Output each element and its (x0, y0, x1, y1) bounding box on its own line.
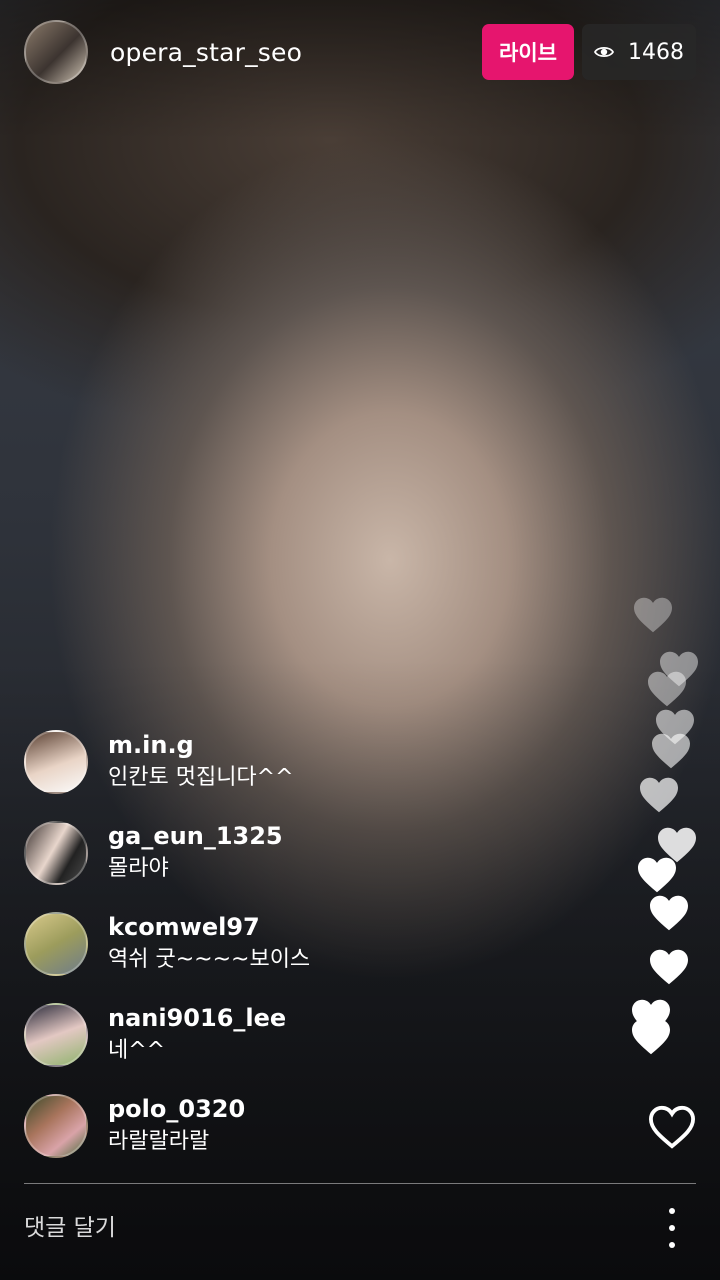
comment-text: 네^^ (108, 1038, 166, 1063)
floating-hearts (612, 590, 702, 1070)
commenter-name[interactable]: kcomwel97 (108, 912, 310, 942)
comment-input[interactable] (24, 1205, 584, 1251)
footer-divider (24, 1183, 696, 1184)
comment-item: polo_0320 라랄랄라랄 (24, 1092, 584, 1183)
comment-item: nani9016_lee 네^^ (24, 1001, 584, 1092)
floating-heart-icon (650, 949, 688, 985)
host-username[interactable]: opera_star_seo (110, 38, 482, 67)
live-header: opera_star_seo 라이브 1468 (24, 20, 696, 84)
live-badge: 라이브 (482, 24, 574, 80)
comment-text: 몰라야 (108, 856, 169, 881)
floating-heart-icon (634, 597, 672, 633)
commenter-avatar[interactable] (24, 1094, 88, 1158)
commenter-name[interactable]: nani9016_lee (108, 1003, 286, 1033)
commenter-avatar[interactable] (24, 912, 88, 976)
more-dot (669, 1242, 675, 1248)
more-dot (669, 1208, 675, 1214)
commenter-avatar[interactable] (24, 1003, 88, 1067)
host-avatar[interactable] (24, 20, 88, 84)
more-vertical-icon[interactable] (660, 1208, 684, 1248)
comment-text: 라랄랄라랄 (108, 1129, 210, 1154)
eye-icon (594, 46, 614, 58)
floating-heart-icon (652, 733, 690, 769)
viewer-count: 1468 (628, 39, 684, 65)
comment-feed: m.in.g 인칸토 멋집니다^^ ga_eun_1325 몰라야 kcomwe… (24, 728, 584, 1183)
commenter-avatar[interactable] (24, 821, 88, 885)
comment-item: m.in.g 인칸토 멋집니다^^ (24, 728, 584, 819)
viewer-count-badge[interactable]: 1468 (582, 24, 696, 80)
commenter-name[interactable]: m.in.g (108, 730, 294, 760)
floating-heart-icon (648, 671, 686, 707)
floating-heart-icon (638, 857, 676, 893)
fading-comment (30, 668, 390, 704)
comment-item: ga_eun_1325 몰라야 (24, 819, 584, 910)
commenter-name[interactable]: polo_0320 (108, 1094, 245, 1124)
comment-item: kcomwel97 역쉬 굿~~~~보이스 (24, 910, 584, 1001)
comment-text: 인칸토 멋집니다^^ (108, 765, 294, 790)
floating-heart-icon (640, 777, 678, 813)
commenter-avatar[interactable] (24, 730, 88, 794)
heart-outline-icon[interactable] (647, 1104, 697, 1150)
commenter-name[interactable]: ga_eun_1325 (108, 821, 283, 851)
floating-heart-icon (632, 1019, 670, 1055)
comment-text: 역쉬 굿~~~~보이스 (108, 947, 311, 972)
floating-heart-icon (650, 895, 688, 931)
more-dot (669, 1225, 675, 1231)
